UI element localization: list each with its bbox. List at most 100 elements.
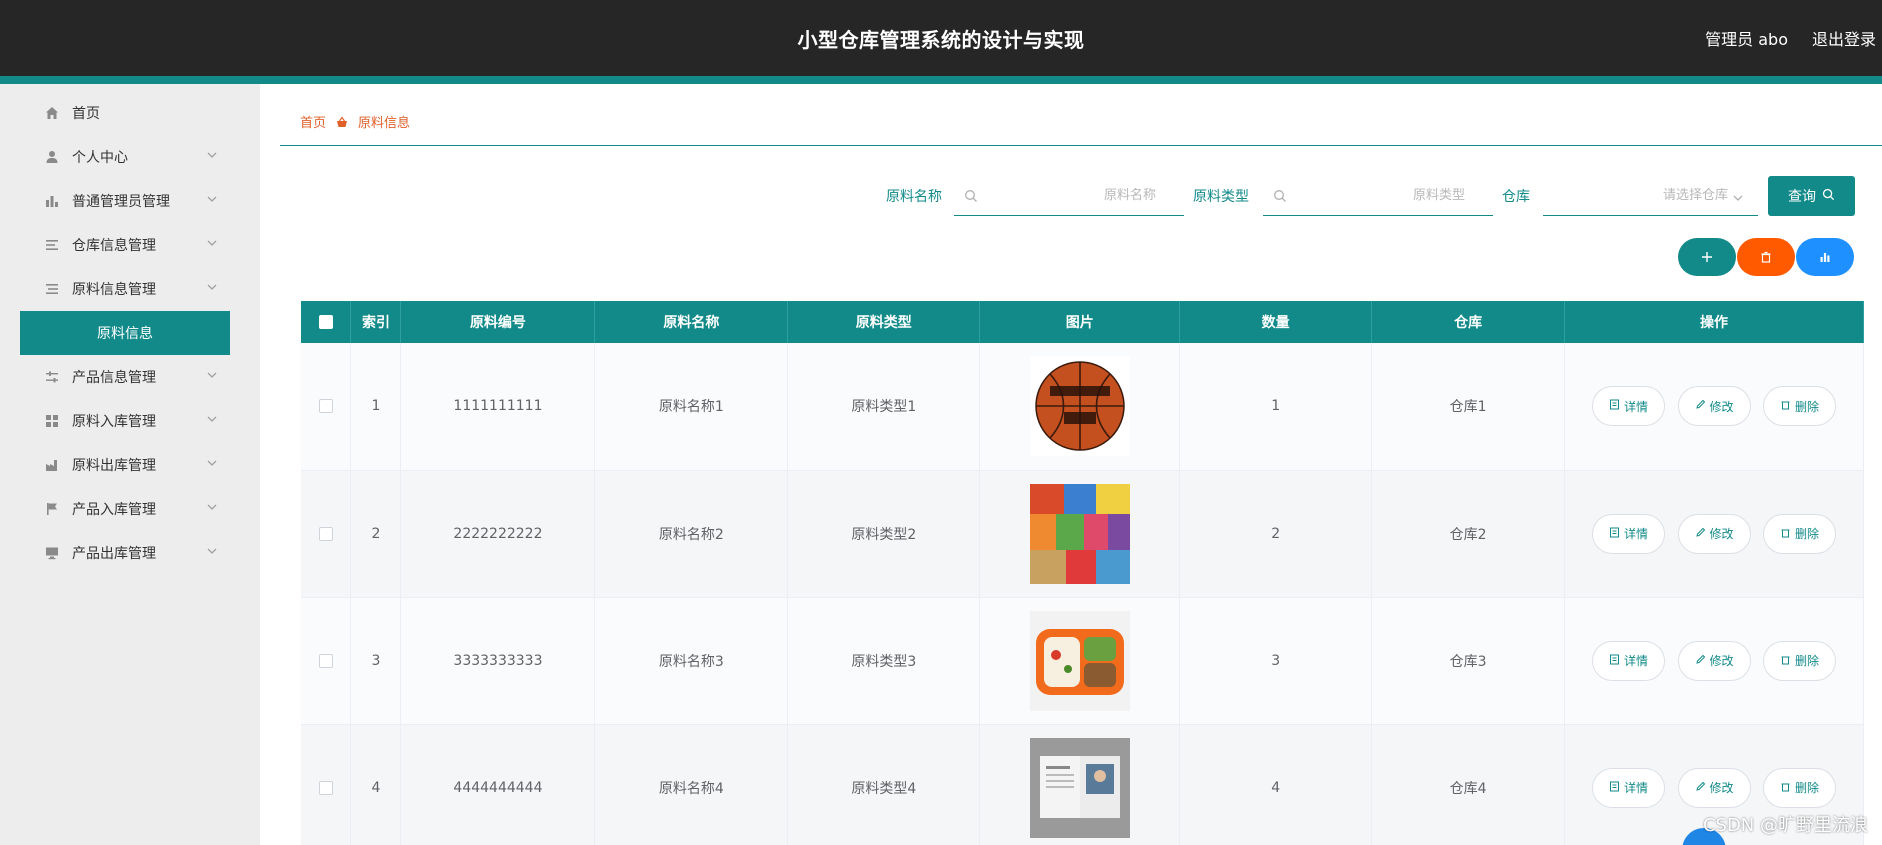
sidebar-item-material-inbound[interactable]: 原料入库管理 [20,399,230,443]
quantity-cell: 1 [1179,343,1373,471]
delete-label: 删除 [1794,781,1819,795]
row-checkbox[interactable] [318,780,333,795]
add-button[interactable] [1678,238,1736,276]
user-icon [44,150,60,164]
row-select-cell [301,343,352,471]
name-cell: 原料名称2 [594,470,789,598]
sidebar-item-product-management[interactable]: 产品信息管理 [20,355,230,399]
trash-icon [1760,248,1772,267]
quantity-cell: 4 [1179,724,1373,845]
current-user: 管理员 abo [1705,30,1788,49]
sidebar-item-profile[interactable]: 个人中心 [20,135,230,179]
delete-button[interactable]: 删除 [1762,513,1836,554]
delete-button[interactable]: 删除 [1762,386,1836,427]
sidebar-item-warehouse-management[interactable]: 仓库信息管理 [20,223,230,267]
edit-button[interactable]: 修改 [1677,386,1751,427]
chevron-down-icon [206,545,218,561]
sidebar-item-label: 原料出库管理 [72,458,156,474]
material-name-search[interactable] [954,176,1184,216]
warehouse-select-input[interactable] [1543,188,1758,203]
query-button-label: 查询 [1788,189,1816,205]
edit-icon [1695,781,1706,795]
row-select-cell [301,470,352,598]
edit-button[interactable]: 修改 [1677,640,1751,681]
detail-label: 详情 [1624,399,1649,414]
breadcrumb-current: 原料信息 [358,116,411,131]
detail-button[interactable]: 详情 [1592,640,1666,681]
sidebar-item-label: 产品信息管理 [72,370,156,386]
index-cell: 2 [350,470,402,598]
image-cell [979,724,1181,845]
chevron-down-icon [206,193,218,209]
sidebar-item-product-outbound[interactable]: 产品出库管理 [20,531,230,575]
sidebar-item-label: 仓库信息管理 [72,238,156,254]
column-header: 原料名称 [594,301,789,343]
code-cell: 3333333333 [400,597,596,725]
sidebar-item-label: 产品入库管理 [72,502,156,518]
code-cell: 2222222222 [400,470,596,598]
quantity-cell: 3 [1179,597,1373,725]
material-type-input[interactable] [1263,188,1493,203]
batch-delete-button[interactable] [1737,238,1795,276]
sidebar-item-home[interactable]: 首页 [20,91,230,135]
sidebar-item-product-inbound[interactable]: 产品入库管理 [20,487,230,531]
search-icon [1822,188,1835,205]
table-row: 4 4444444444 原料名称4 原料类型4 4 仓库4 详情 修改 删除 [301,724,1864,845]
edit-button[interactable]: 修改 [1677,767,1751,808]
row-checkbox[interactable] [318,526,333,541]
detail-button[interactable]: 详情 [1592,767,1666,808]
sliders-icon [44,370,60,384]
statistics-button[interactable] [1796,238,1854,276]
sidebar-item-material-management[interactable]: 原料信息管理 [20,267,230,311]
column-header: 索引 [350,301,402,343]
sidebar-subitem-material-info[interactable]: 原料信息 [20,311,230,355]
breadcrumb-divider [280,145,1882,146]
document-icon [1609,781,1620,795]
table-row: 1 1111111111 原料名称1 原料类型1 1 仓库1 详情 修改 删除 [301,343,1864,471]
snacks-image[interactable] [1029,483,1130,584]
edit-button[interactable]: 修改 [1677,513,1751,554]
header-accent-bar [0,76,1882,84]
document-icon [1609,527,1620,541]
lunchbox-image[interactable] [1029,610,1130,711]
logout-link[interactable]: 退出登录 [1812,26,1876,50]
sidebar-item-material-outbound[interactable]: 原料出库管理 [20,443,230,487]
detail-button[interactable]: 详情 [1592,386,1666,427]
index-cell: 3 [350,597,402,725]
row-checkbox[interactable] [318,653,333,668]
select-all-checkbox[interactable] [318,315,333,329]
material-name-input[interactable] [954,188,1184,203]
warehouse-cell: 仓库4 [1371,724,1566,845]
detail-label: 详情 [1624,781,1649,795]
sidebar: 首页 个人中心 普通管理员管理 仓库信息管理 原料信息管理 原料信息 产品信息管… [0,84,260,845]
detail-button[interactable]: 详情 [1592,513,1666,554]
chevron-down-icon [206,413,218,429]
sidebar-item-label: 原料入库管理 [72,414,156,430]
sidebar-item-label: 普通管理员管理 [72,194,170,210]
delete-button[interactable]: 删除 [1762,767,1836,808]
row-checkbox[interactable] [318,399,333,414]
magazine-image[interactable] [1029,737,1130,838]
document-icon [1609,654,1620,668]
type-cell: 原料类型1 [787,343,981,471]
query-button[interactable]: 查询 [1768,176,1855,216]
list-icon [44,282,60,296]
material-type-search[interactable] [1263,176,1493,216]
delete-button[interactable]: 删除 [1762,640,1836,681]
top-header: 小型仓库管理系统的设计与实现 管理员 abo 退出登录 [0,0,1882,76]
name-cell: 原料名称3 [594,597,789,725]
index-cell: 1 [350,343,402,471]
breadcrumb-home[interactable]: 首页 [300,112,326,131]
sidebar-item-admin-management[interactable]: 普通管理员管理 [20,179,230,223]
index-cell: 4 [350,724,402,845]
type-cell: 原料类型3 [787,597,981,725]
column-header: 原料类型 [787,301,981,343]
image-cell [979,597,1181,725]
warehouse-select[interactable] [1543,176,1758,216]
type-cell: 原料类型4 [787,724,981,845]
sidebar-item-label: 个人中心 [72,150,128,166]
type-cell: 原料类型2 [787,470,981,598]
bar-chart-icon [1819,248,1831,267]
select-all-header [301,301,352,343]
basketball-image[interactable] [1029,356,1130,457]
